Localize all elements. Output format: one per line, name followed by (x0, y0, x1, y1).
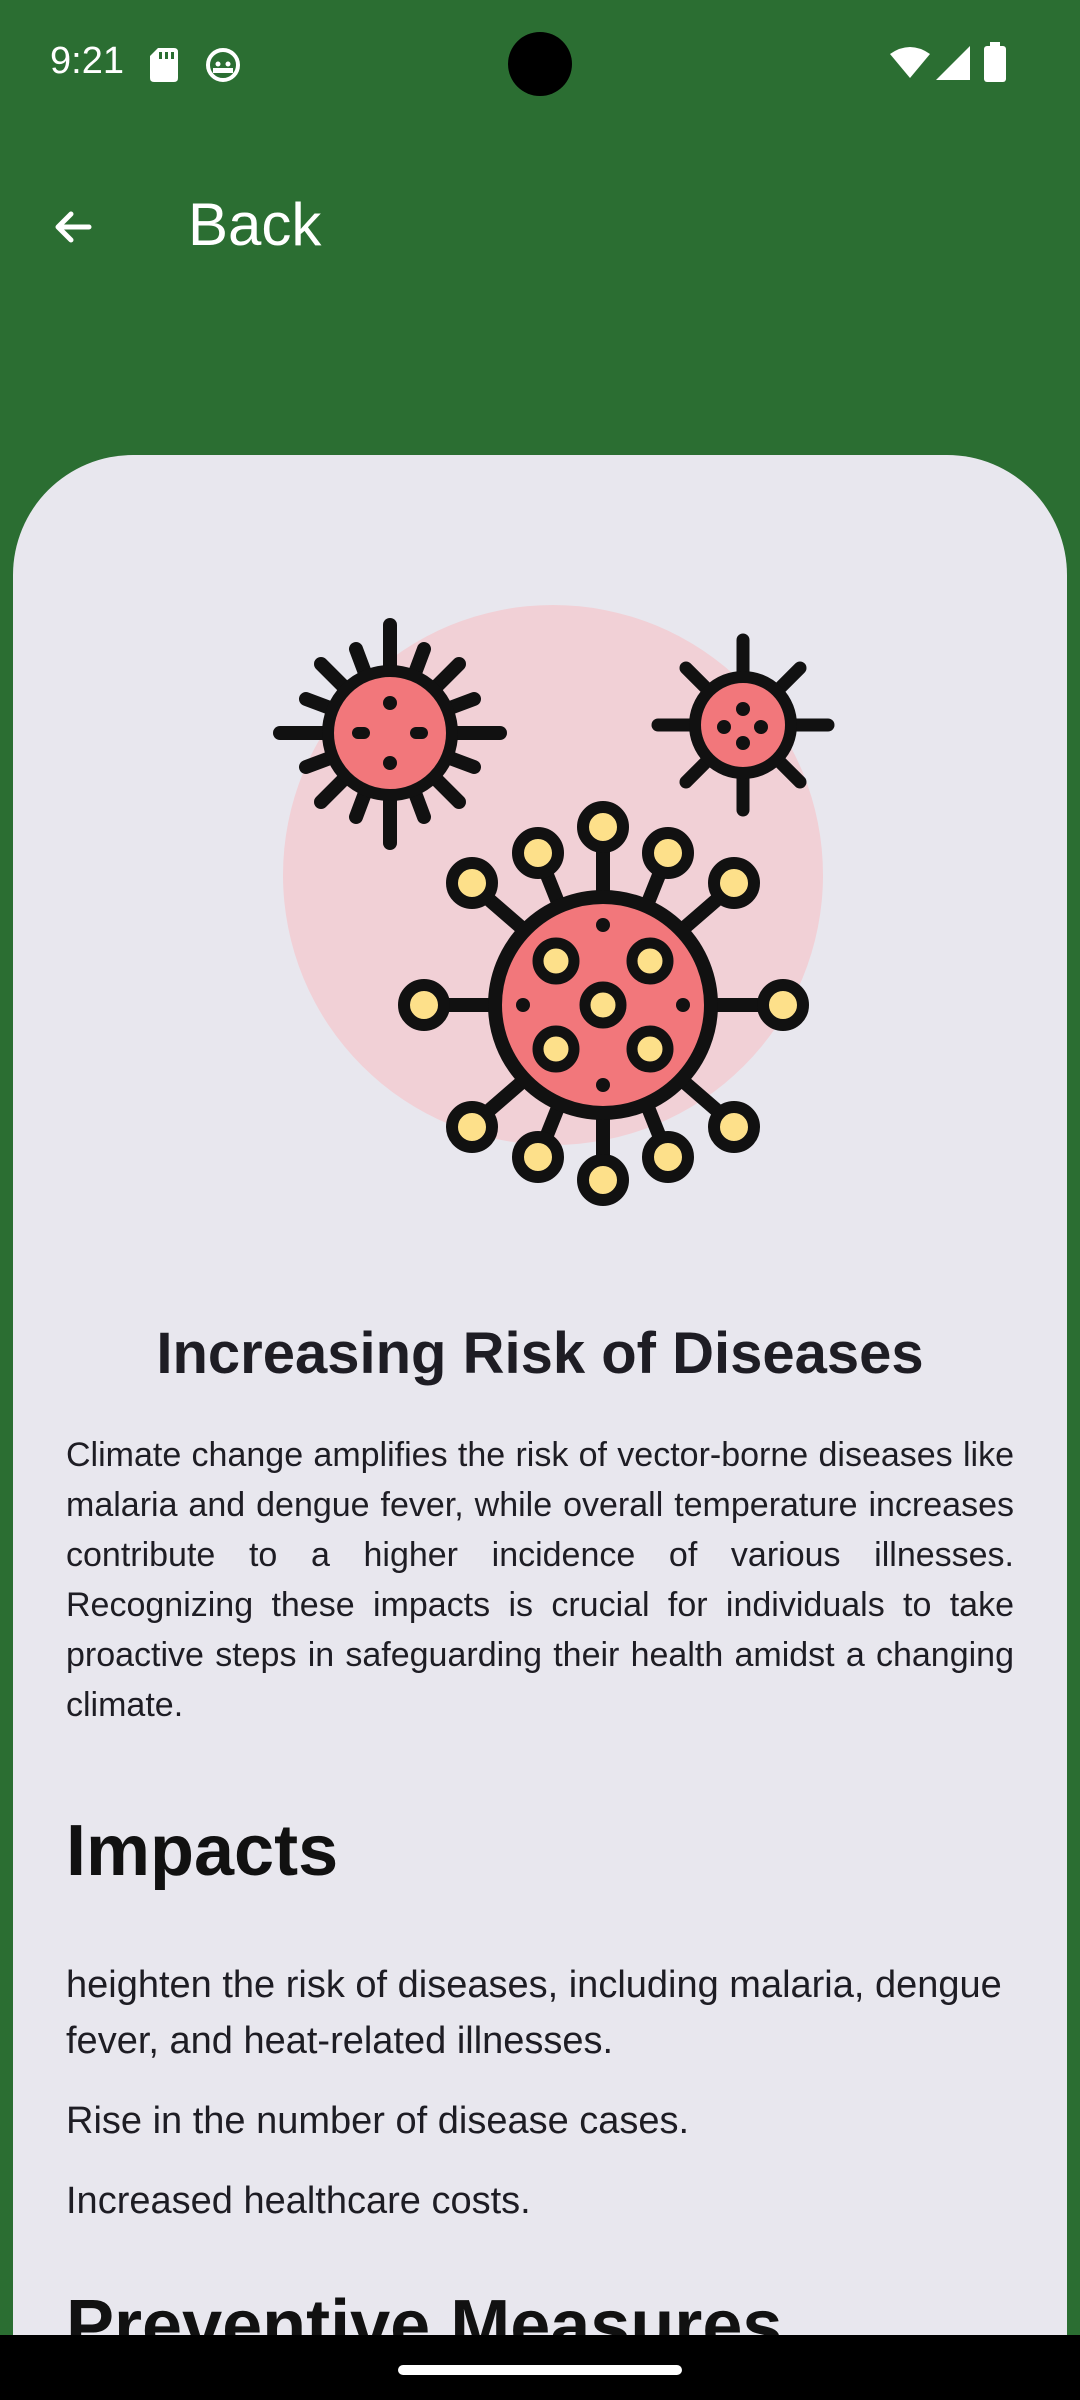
article-title: Increasing Risk of Diseases (156, 1321, 924, 1386)
wifi-icon (890, 47, 930, 78)
impact-item: Rise in the number of disease cases. (66, 2100, 690, 2142)
arrow-left-icon (55, 211, 92, 243)
virus-icon (273, 605, 835, 1206)
back-button[interactable] (36, 190, 110, 264)
battery-icon (984, 42, 1006, 82)
signal-icon (936, 46, 970, 80)
camera-cutout (508, 32, 572, 96)
article-intro: Climate change amplifies the risk of vec… (66, 1436, 1014, 1724)
back-label[interactable]: Back (188, 190, 321, 259)
home-gesture-handle[interactable] (398, 2365, 682, 2375)
impact-item: heighten the risk of diseases, including… (66, 1964, 1002, 2062)
app-bar: Back (0, 160, 1080, 290)
content-card: Increasing Risk of Diseases Climate chan… (13, 455, 1067, 2366)
impacts-heading: Impacts (66, 1811, 339, 1891)
android-icon (206, 48, 240, 82)
navigation-bar (0, 2335, 1080, 2400)
impact-item: Increased healthcare costs. (66, 2180, 531, 2222)
screen: 9:21 Back Increasing Risk of Diseases Cl… (0, 0, 1080, 2400)
sd-card-icon (150, 48, 178, 82)
status-bar: 9:21 (0, 0, 1080, 130)
status-time: 9:21 (50, 40, 124, 82)
